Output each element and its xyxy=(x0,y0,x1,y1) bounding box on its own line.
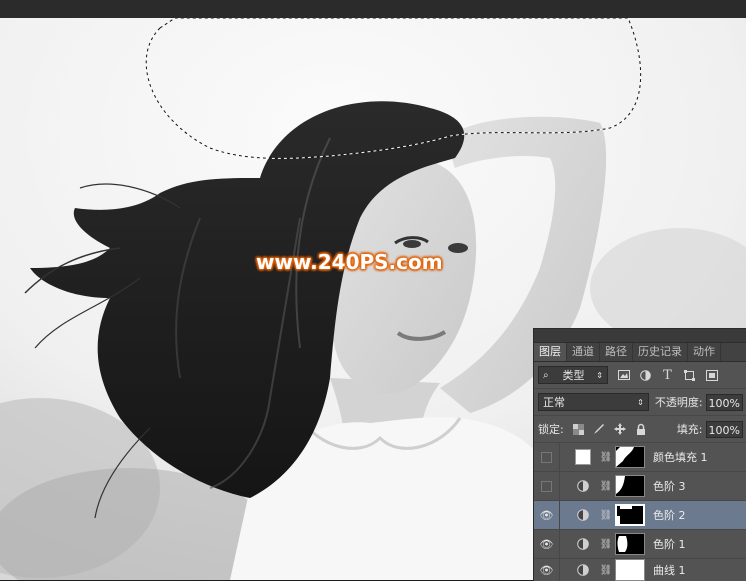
layer-name: 色阶 2 xyxy=(653,509,686,522)
layer-mask-thumbnail[interactable] xyxy=(615,475,645,497)
layer-row[interactable]: ⛓ 颜色填充 1 xyxy=(534,442,746,472)
layer-row[interactable]: ⛓ 色阶 3 xyxy=(534,471,746,501)
adjustment-filter-icon[interactable] xyxy=(639,369,652,382)
link-chain-icon: ⛓ xyxy=(599,564,613,576)
adjustment-layer-icon xyxy=(572,564,594,576)
eye-icon: 👁 xyxy=(539,537,554,551)
fill-input[interactable]: 100% xyxy=(705,420,743,438)
layer-mask-thumbnail[interactable] xyxy=(615,533,645,555)
layer-row[interactable]: 👁 ⛓ 色阶 1 xyxy=(534,529,746,559)
lock-image-pixels-icon[interactable] xyxy=(593,423,605,436)
shape-filter-icon[interactable] xyxy=(683,369,696,382)
tab-channels[interactable]: 通道 xyxy=(567,343,600,361)
panel-header-strip xyxy=(534,329,746,343)
adjustment-layer-icon xyxy=(572,538,594,550)
search-icon: ⌕ xyxy=(543,369,549,381)
layer-mask-thumbnail[interactable] xyxy=(615,559,645,581)
lock-label: 锁定: xyxy=(538,423,564,436)
opacity-label: 不透明度: xyxy=(654,396,703,409)
link-chain-icon: ⛓ xyxy=(599,451,613,463)
visibility-toggle[interactable]: 👁 xyxy=(534,500,560,530)
lock-position-icon[interactable] xyxy=(614,423,627,436)
link-chain-icon: ⛓ xyxy=(599,480,613,492)
visibility-toggle[interactable] xyxy=(534,442,560,472)
lock-transparent-pixels-icon[interactable] xyxy=(572,423,585,436)
adjustment-layer-icon xyxy=(572,480,594,492)
link-chain-icon: ⛓ xyxy=(599,509,613,521)
blend-mode-value: 正常 xyxy=(543,396,565,409)
watermark-text: www.240PS.com xyxy=(256,250,443,274)
filter-row: ⌕ 类型 ⇕ T xyxy=(534,362,746,389)
layer-mask-thumbnail[interactable] xyxy=(615,446,645,468)
tab-layers[interactable]: 图层 xyxy=(534,343,567,361)
document-tab-bar xyxy=(0,0,746,19)
tab-paths[interactable]: 路径 xyxy=(600,343,633,361)
filter-kind-select[interactable]: ⌕ 类型 ⇕ xyxy=(538,366,608,384)
smart-object-filter-icon[interactable] xyxy=(705,369,718,382)
lock-row: 锁定: 填充: 100% xyxy=(534,416,746,443)
tab-actions[interactable]: 动作 xyxy=(688,343,721,361)
panel-tabs: 图层 通道 路径 历史记录 动作 xyxy=(534,343,746,362)
layer-name: 色阶 1 xyxy=(653,538,686,551)
layer-name: 色阶 3 xyxy=(653,480,686,493)
link-chain-icon: ⛓ xyxy=(599,538,613,550)
layer-row[interactable]: 👁 ⛓ 色阶 2 xyxy=(534,500,746,530)
empty-visibility-icon xyxy=(541,451,552,463)
fill-layer-swatch xyxy=(572,449,594,465)
eye-icon: 👁 xyxy=(539,563,554,577)
fill-label: 填充: xyxy=(676,423,703,436)
tab-history[interactable]: 历史记录 xyxy=(633,343,688,361)
layer-mask-thumbnail[interactable] xyxy=(615,504,645,526)
adjustment-layer-icon xyxy=(572,509,594,521)
chevron-updown-icon: ⇕ xyxy=(637,397,644,407)
blend-row: 正常 ⇕ 不透明度: 100% xyxy=(534,389,746,416)
type-filter-icon[interactable]: T xyxy=(661,368,674,383)
chevron-updown-icon: ⇕ xyxy=(596,370,603,380)
blend-mode-select[interactable]: 正常 ⇕ xyxy=(538,393,649,411)
layers-panel: 图层 通道 路径 历史记录 动作 ⌕ 类型 ⇕ T 正常 ⇕ 不透明度: 100 xyxy=(533,328,746,581)
visibility-toggle[interactable] xyxy=(534,471,560,501)
filter-kind-label: 类型 xyxy=(562,369,585,382)
layer-row[interactable]: 👁 ⛓ 曲线 1 xyxy=(534,559,746,581)
eye-icon: 👁 xyxy=(539,508,554,522)
visibility-toggle[interactable]: 👁 xyxy=(534,559,560,581)
lock-all-icon[interactable] xyxy=(635,423,647,436)
empty-visibility-icon xyxy=(541,480,552,492)
layer-name: 曲线 1 xyxy=(653,564,686,577)
opacity-input[interactable]: 100% xyxy=(705,393,743,411)
image-filter-icon[interactable] xyxy=(617,369,630,382)
visibility-toggle[interactable]: 👁 xyxy=(534,529,560,559)
layer-name: 颜色填充 1 xyxy=(653,451,708,464)
